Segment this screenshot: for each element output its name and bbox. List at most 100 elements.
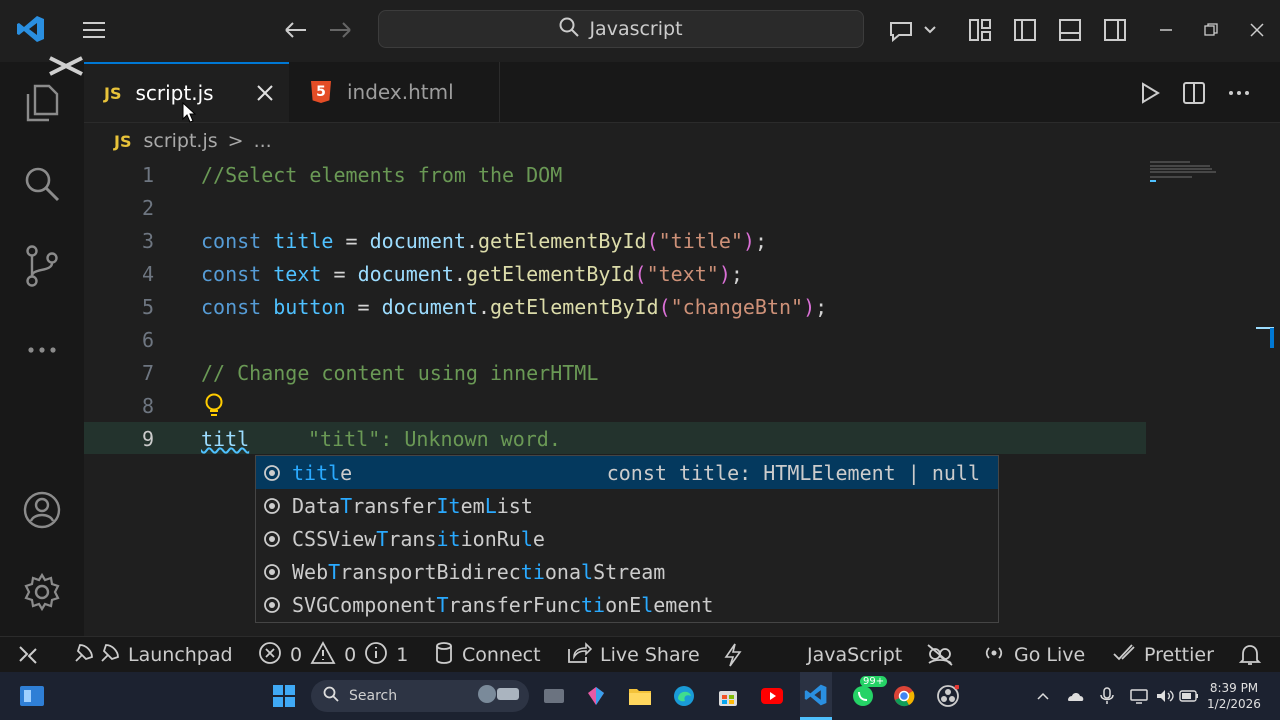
run-icon[interactable]	[1136, 79, 1164, 107]
capcut-watermark-icon	[46, 50, 86, 80]
copilot-app-icon[interactable]	[582, 672, 610, 720]
source-control-icon[interactable]	[0, 236, 84, 296]
suggestion-item[interactable]: title const title: HTMLElement | null	[256, 456, 998, 489]
tab-script-js[interactable]: JS script.js	[84, 62, 289, 123]
line-number: 9	[141, 427, 154, 451]
toggle-primary-sidebar-icon[interactable]	[1011, 16, 1039, 44]
live-share-button[interactable]: Live Share	[566, 637, 700, 673]
battery-icon[interactable]	[1178, 672, 1200, 720]
forward-arrow-icon[interactable]	[326, 16, 354, 44]
microphone-icon[interactable]	[1096, 672, 1118, 720]
windows-start-icon[interactable]	[268, 672, 300, 720]
html-file-icon: 5	[311, 81, 331, 103]
inline-diagnostic: "titl": Unknown word.	[308, 427, 561, 451]
chrome-icon[interactable]	[890, 672, 918, 720]
explorer-icon[interactable]	[0, 72, 84, 132]
code-line-1: //Select elements from the DOM	[201, 163, 563, 187]
autocomplete-suggestions: title const title: HTMLElement | null Da…	[255, 455, 999, 623]
connect-button[interactable]: Connect	[434, 637, 541, 673]
more-views-icon[interactable]	[0, 320, 84, 380]
line-number: 4	[141, 262, 154, 286]
title-bar: Javascript	[0, 0, 1280, 62]
vscode-taskbar-icon[interactable]	[800, 672, 832, 720]
file-explorer-icon[interactable]	[626, 672, 654, 720]
launchpad-button[interactable]: Launchpad	[72, 637, 233, 673]
search-highlight-icon	[475, 682, 521, 710]
search-text: Javascript	[589, 18, 683, 40]
show-hidden-icons-icon[interactable]	[1032, 672, 1054, 720]
split-editor-icon[interactable]	[1180, 79, 1208, 107]
rocket-icon	[72, 641, 120, 670]
variable-icon	[262, 595, 282, 615]
whatsapp-badge: 99+	[860, 676, 888, 687]
clock[interactable]: 8:39 PM 1/2/2026	[1204, 672, 1264, 720]
edge-browser-icon[interactable]	[670, 672, 698, 720]
obs-icon[interactable]	[934, 672, 962, 720]
back-arrow-icon[interactable]	[282, 16, 310, 44]
suggestion-item[interactable]: SVGComponentTransferFunctionElement	[256, 588, 998, 621]
command-center-search[interactable]: Javascript	[378, 10, 864, 48]
remote-indicator-icon[interactable]	[16, 637, 40, 673]
suggestion-label: CSSViewTransitionRule	[292, 526, 545, 551]
code-line-3: const title = document.getElementById("t…	[201, 229, 767, 253]
toggle-panel-icon[interactable]	[1056, 16, 1084, 44]
line-number: 7	[141, 361, 154, 385]
variable-icon	[262, 529, 282, 549]
search-icon	[323, 686, 339, 706]
whatsapp-icon[interactable]: 99+	[846, 672, 888, 720]
youtube-icon[interactable]	[758, 672, 786, 720]
copilot-status-icon[interactable]	[926, 637, 954, 673]
widgets-icon[interactable]	[16, 672, 48, 720]
suggestion-item[interactable]: DataTransferItemList	[256, 489, 998, 522]
task-view-icon[interactable]	[540, 672, 568, 720]
editor-tabs: JS script.js 5 index.html	[84, 62, 1280, 123]
scrollbar-marker[interactable]	[1256, 326, 1274, 350]
volume-icon[interactable]	[1154, 672, 1176, 720]
line-number: 2	[141, 196, 154, 220]
breadcrumb-separator: >	[227, 130, 244, 152]
suggestion-label: SVGComponentTransferFunctionElement	[292, 592, 714, 617]
vscode-logo-icon	[14, 12, 48, 46]
suggestion-label: title	[292, 460, 353, 485]
windows-taskbar: Search 99+ 8:39 PM 1/2/2026	[0, 672, 1280, 720]
toggle-secondary-sidebar-icon[interactable]	[1101, 16, 1129, 44]
go-live-button[interactable]: Go Live	[982, 637, 1085, 673]
breadcrumb-more[interactable]: ...	[254, 130, 272, 152]
restore-icon[interactable]	[1197, 16, 1225, 44]
search-sidebar-icon[interactable]	[0, 154, 84, 214]
suggestion-label: DataTransferItemList	[292, 493, 533, 518]
tab-index-html[interactable]: 5 index.html	[289, 62, 500, 122]
breadcrumb: JS script.js > ...	[84, 126, 272, 156]
close-tab-icon[interactable]	[256, 83, 274, 107]
minimap[interactable]	[1150, 160, 1220, 184]
suggestion-item[interactable]: WebTransportBidirectionalStream	[256, 555, 998, 588]
suggestion-item[interactable]: CSSViewTransitionRule	[256, 522, 998, 555]
taskbar-search[interactable]: Search	[309, 672, 531, 720]
problems-indicator[interactable]: 0 0 1	[258, 637, 408, 673]
variable-icon	[262, 463, 282, 483]
broadcast-icon	[982, 641, 1006, 670]
store-icon[interactable]	[714, 672, 742, 720]
breadcrumb-file[interactable]: script.js	[143, 130, 217, 152]
close-window-icon[interactable]	[1243, 16, 1271, 44]
code-line-5: const button = document.getElementById("…	[201, 295, 828, 319]
code-line-4: const text = document.getElementById("te…	[201, 262, 743, 286]
account-icon[interactable]	[0, 480, 84, 540]
customize-layout-icon[interactable]	[966, 16, 994, 44]
js-file-icon: JS	[114, 131, 132, 151]
lightning-icon[interactable]	[722, 637, 744, 673]
menu-icon[interactable]	[80, 16, 108, 44]
copilot-icon[interactable]	[886, 16, 938, 44]
more-actions-icon[interactable]	[1225, 79, 1253, 107]
mouse-cursor-icon	[182, 101, 197, 129]
error-icon	[258, 641, 282, 670]
settings-gear-icon[interactable]	[0, 562, 84, 622]
onedrive-icon[interactable]	[1064, 672, 1086, 720]
lightbulb-icon[interactable]	[204, 392, 224, 423]
language-mode[interactable]: JavaScript	[807, 637, 902, 673]
minimize-icon[interactable]	[1152, 16, 1180, 44]
prettier-button[interactable]: Prettier	[1112, 637, 1214, 673]
network-icon[interactable]	[1128, 672, 1150, 720]
notifications-bell-icon[interactable]	[1238, 637, 1262, 673]
tab-label: script.js	[135, 81, 214, 105]
